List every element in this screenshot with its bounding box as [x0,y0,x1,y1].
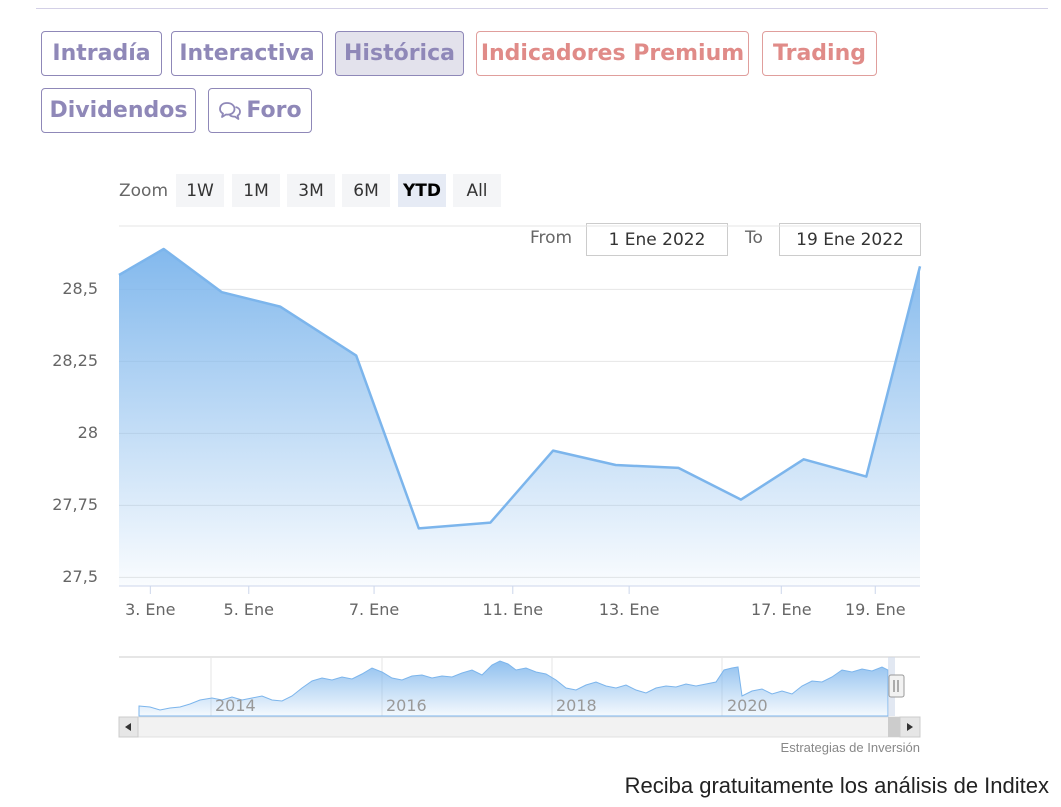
x-tick-label: 13. Ene [598,600,660,619]
x-tick-label: 17. Ene [750,600,812,619]
x-tick-label: 19. Ene [844,600,906,619]
tab-dividendos[interactable]: Dividendos [41,88,196,133]
zoom-label: Zoom [119,181,169,201]
data-point [277,304,283,310]
data-point [863,474,869,480]
data-point [550,448,556,454]
range-button-all[interactable]: All [453,174,501,207]
tab-label: Histórica [344,41,455,66]
data-point [675,465,681,471]
navigator-tick-label: 2018 [556,696,597,715]
data-point [801,456,807,462]
x-tick-label: 7. Ene [348,600,400,619]
x-tick-label: 5. Ene [223,600,274,619]
data-point [416,525,422,531]
top-divider [36,8,1048,9]
scrollbar-thumb[interactable] [888,717,900,737]
tab-foro[interactable]: Foro [208,88,312,133]
scrollbar-track[interactable] [118,716,921,738]
tab-interactiva[interactable]: Interactiva [171,31,323,76]
range-button-6m[interactable]: 6M [342,174,390,207]
y-tick-label: 28,25 [52,351,98,371]
navigator-tick-label: 2020 [727,696,768,715]
range-button-3m[interactable]: 3M [287,174,335,207]
x-tick-label: 3. Ene [125,600,176,619]
navigator-handle[interactable] [888,674,905,698]
to-date-input[interactable]: 19 Ene 2022 [779,223,921,256]
tab-label: Indicadores Premium [480,41,745,66]
tab-label: Interactiva [179,41,315,66]
x-tick-label: 11. Ene [482,600,544,619]
navigator[interactable] [0,650,1061,740]
tab-label: Trading [773,41,866,66]
y-tick-label: 27,75 [52,495,98,515]
navigator-tick-label: 2016 [386,696,427,715]
from-date-input[interactable]: 1 Ene 2022 [586,223,728,256]
y-tick-label: 27,5 [62,567,98,587]
series-area [119,249,920,586]
chart-credits[interactable]: Estrategias de Inversión [781,740,920,755]
range-button-1m[interactable]: 1M [232,174,280,207]
tab-label: Dividendos [49,98,188,123]
y-tick-label: 28 [77,423,98,443]
tab-label: Foro [246,98,302,123]
cta-text: Reciba gratuitamente los análisis de Ind… [624,773,1049,798]
data-point [917,263,923,269]
data-point [738,497,744,503]
data-point [353,353,359,359]
tab-historica[interactable]: Histórica [335,31,464,76]
series-line [118,247,922,530]
y-tick-label: 28,5 [62,279,98,299]
data-point [219,289,225,295]
data-point [613,462,619,468]
tab-label: Intradía [52,41,151,66]
navigator-tick-label: 2014 [215,696,256,715]
data-point [161,246,167,252]
tab-trading[interactable]: Trading [762,31,877,76]
chat-bubbles-icon [219,101,242,120]
range-button-1w[interactable]: 1W [176,174,224,207]
from-label: From [530,228,573,248]
tab-intradia[interactable]: Intradía [41,31,162,76]
data-point [487,520,493,526]
range-button-ytd[interactable]: YTD [398,174,446,207]
to-label: To [745,228,763,248]
tab-indicadores-premium[interactable]: Indicadores Premium [476,31,749,76]
data-point [116,272,122,278]
